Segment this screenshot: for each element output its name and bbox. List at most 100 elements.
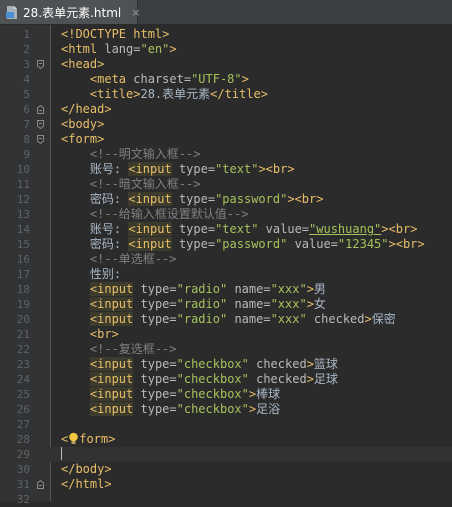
code-token: charset= <box>133 72 192 86</box>
code-line[interactable]: 23 <input type="checkbox" checked>篮球 <box>0 357 452 372</box>
code-line[interactable]: 9 <!--明文输入框--> <box>0 147 452 162</box>
code-token: 账号: <box>61 162 129 176</box>
code-line[interactable]: 10 账号: <input type="text"><br> <box>0 162 452 177</box>
line-number: 5 <box>23 88 30 101</box>
code-line[interactable]: 28 < form> <box>0 432 452 447</box>
code-token: "en" <box>140 42 170 56</box>
code-line[interactable]: 31 </html> <box>0 477 452 492</box>
code-text: <input type="checkbox">足浴 <box>61 402 280 417</box>
code-token: <input <box>89 402 134 416</box>
code-line[interactable]: 4 <meta charset="UTF-8"> <box>0 72 452 87</box>
code-line[interactable]: 26 <input type="checkbox">足浴 <box>0 402 452 417</box>
code-token: type= <box>140 387 177 401</box>
code-token: value= <box>294 237 338 251</box>
code-line[interactable]: 19 <input type="radio" name="xxx">女 <box>0 297 452 312</box>
code-line[interactable]: 24 <input type="checkbox" checked>足球 <box>0 372 452 387</box>
html-file-icon <box>6 5 18 19</box>
fold-marker-icon[interactable] <box>37 135 44 144</box>
code-token: "checkbox" <box>176 387 249 401</box>
code-line[interactable]: 7 <body> <box>0 117 452 132</box>
code-line[interactable]: 13 <!--给输入框设置默认值--> <box>0 207 452 222</box>
code-token: 账号: <box>61 222 129 236</box>
code-token: 棒球 <box>256 387 281 401</box>
code-line[interactable]: 2 <html lang="en"> <box>0 42 452 57</box>
line-number: 24 <box>16 373 30 386</box>
code-line[interactable]: 22 <!--复选框--> <box>0 342 452 357</box>
code-line[interactable]: 32 <box>0 492 452 507</box>
code-token: "xxx" <box>270 297 307 311</box>
line-number: 28 <box>16 433 30 446</box>
code-line[interactable]: 29 <box>0 447 452 462</box>
code-text: <input type="radio" name="xxx" checked>保… <box>61 312 396 327</box>
file-tab-title: 28.表单元素.html <box>23 5 122 20</box>
code-line[interactable]: 8 <form> <box>0 132 452 147</box>
code-token: form> <box>79 432 116 446</box>
code-line[interactable]: 14 账号: <input type="text" value="wushuan… <box>0 222 452 237</box>
fold-marker-icon[interactable] <box>37 60 44 69</box>
code-line[interactable]: 20 <input type="radio" name="xxx" checke… <box>0 312 452 327</box>
code-token: "radio" <box>176 297 228 311</box>
code-token: 密码: <box>61 192 129 206</box>
code-line[interactable]: 6 </head> <box>0 102 452 117</box>
code-token: 女 <box>313 297 326 311</box>
line-number: 21 <box>16 328 30 341</box>
fold-marker-icon[interactable] <box>37 105 44 114</box>
code-text: 账号: <input type="text" value="wushuang">… <box>61 222 417 237</box>
code-text: <!--暗文输入框--> <box>61 177 201 192</box>
code-line[interactable]: 1 <!DOCTYPE html> <box>0 27 452 42</box>
file-tab[interactable]: 28.表单元素.html × <box>0 0 140 24</box>
code-text: <!--给输入框设置默认值--> <box>61 207 249 222</box>
lightbulb-icon[interactable] <box>68 432 79 445</box>
code-line[interactable]: 12 密码: <input type="password"><br> <box>0 192 452 207</box>
code-token: 篮球 <box>313 357 338 371</box>
code-token: lang= <box>104 42 141 56</box>
code-token: "password" <box>215 192 288 206</box>
code-token: type= <box>140 372 177 386</box>
code-token: <head> <box>61 57 105 71</box>
code-line[interactable]: 25 <input type="checkbox">棒球 <box>0 387 452 402</box>
code-line[interactable]: 27 <box>0 417 452 432</box>
code-text: 性别: <box>61 267 121 282</box>
code-text: 账号: <input type="text"><br> <box>61 162 295 177</box>
close-icon[interactable]: × <box>131 6 140 19</box>
code-token: name= <box>234 312 271 326</box>
fold-marker-icon[interactable] <box>37 480 44 489</box>
line-number: 22 <box>16 343 30 356</box>
code-token: checked <box>256 357 307 371</box>
code-text: <!--单选框--> <box>61 252 177 267</box>
code-token: "wushuang" <box>309 222 382 236</box>
code-line[interactable]: 15 密码: <input type="password" value="123… <box>0 237 452 252</box>
code-token: <br> <box>395 237 425 251</box>
code-line[interactable]: 3 <head> <box>0 57 452 72</box>
code-token: <input <box>89 357 134 371</box>
line-number: 8 <box>23 133 30 146</box>
code-line[interactable]: 17 性别: <box>0 267 452 282</box>
fold-marker-icon[interactable] <box>37 120 44 129</box>
code-line[interactable]: 5 <title>28.表单元素</title> <box>0 87 452 102</box>
code-line[interactable]: 16 <!--单选框--> <box>0 252 452 267</box>
code-text: </head> <box>61 102 112 117</box>
code-token: "radio" <box>176 282 228 296</box>
code-line[interactable]: 30 </body> <box>0 462 452 477</box>
line-number: 3 <box>23 58 30 71</box>
code-token: <title> <box>89 87 141 101</box>
line-number: 18 <box>16 283 30 296</box>
code-line[interactable]: 21 <br> <box>0 327 452 342</box>
code-token: > <box>306 372 314 386</box>
code-line[interactable]: 11 <!--暗文输入框--> <box>0 177 452 192</box>
code-token: <input <box>89 312 134 326</box>
code-token: <!--给输入框设置默认值--> <box>89 207 249 221</box>
line-number: 14 <box>16 223 30 236</box>
code-token: type= <box>178 237 216 251</box>
code-line[interactable]: 18 <input type="radio" name="xxx">男 <box>0 282 452 297</box>
line-number: 30 <box>16 463 30 476</box>
line-number: 10 <box>16 163 30 176</box>
